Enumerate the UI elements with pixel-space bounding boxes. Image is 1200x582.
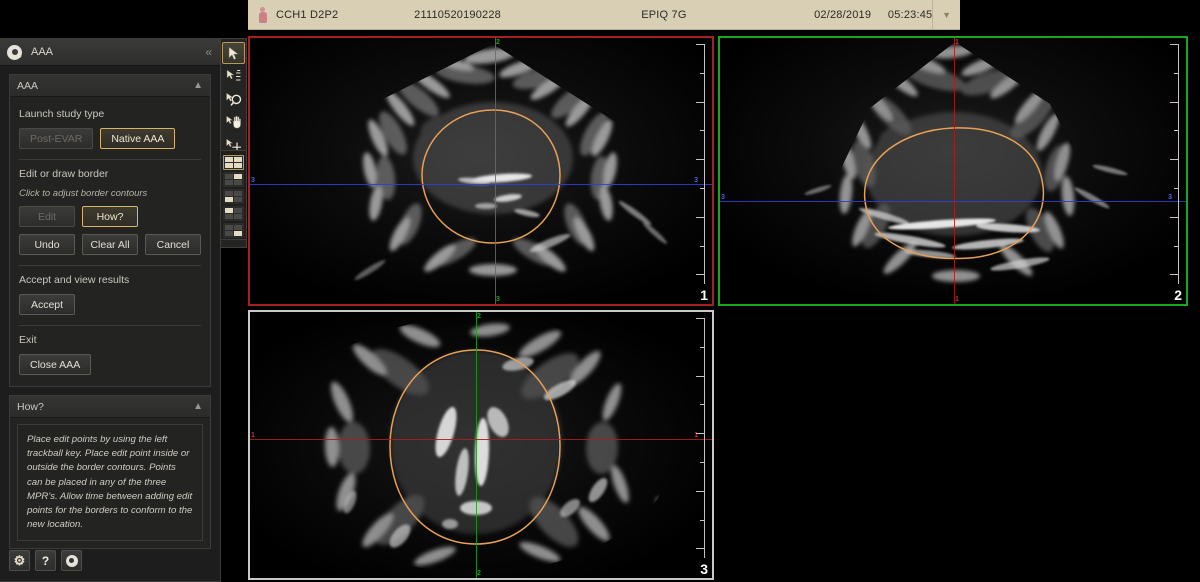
system-name: EPIQ 7G (641, 9, 784, 21)
chevron-up-icon[interactable]: ▲ (193, 81, 203, 91)
undo-button[interactable]: Undo (19, 234, 75, 255)
study-time: 05:23:45 (871, 9, 932, 21)
layout-bottom-right[interactable] (223, 223, 244, 238)
launch-study-type-label: Launch study type (19, 108, 201, 120)
clear-all-button[interactable]: Clear All (82, 234, 138, 255)
cancel-button[interactable]: Cancel (145, 234, 201, 255)
accept-button-group: Accept (19, 294, 201, 315)
sidebar-titlebar: AAA « (0, 39, 220, 66)
layout-selector-bar (220, 150, 247, 240)
crosshair-label-bottom: 2 (477, 570, 481, 577)
how-button[interactable]: How? (82, 206, 138, 227)
divider (19, 265, 201, 266)
how-help-textbox: Place edit points by using the left trac… (17, 424, 203, 541)
sidebar-title-label: AAA (31, 46, 53, 58)
how-panel-title: How? (17, 401, 44, 413)
edit-border-hint: Click to adjust border contours (19, 188, 201, 199)
viewport-2-mpr[interactable]: 1 1 3 3 2 (718, 36, 1188, 306)
how-help-panel: How? ▲ Place edit points by using the le… (9, 395, 211, 549)
aaa-tool-sidebar: AAA « AAA ▲ Launch study type Post-EVAR … (0, 38, 221, 582)
accept-results-label: Accept and view results (19, 274, 201, 286)
patient-header-bar: CCH1 D2P2 21110520190228 EPIQ 7G 02/28/2… (248, 0, 960, 30)
qlab-aaa-application: CCH1 D2P2 21110520190228 EPIQ 7G 02/28/2… (0, 0, 1200, 582)
crosshair-label-top: 1 (955, 39, 959, 46)
layout-bottom-left[interactable] (223, 189, 244, 204)
help-question-icon[interactable]: ? (35, 550, 56, 571)
exit-button-group: Close AAA (19, 354, 201, 375)
qlab-icon[interactable] (61, 550, 82, 571)
viewport-4-volume-render[interactable] (718, 310, 1188, 580)
layout-top-right[interactable] (223, 172, 244, 187)
layout-quad[interactable] (223, 155, 244, 170)
viewport-3-image: 2 2 1 1 3 (250, 312, 712, 578)
study-date: 02/28/2019 (784, 9, 871, 21)
how-panel-body: Place edit points by using the left trac… (10, 418, 210, 548)
pan-hand-tool[interactable] (222, 111, 245, 133)
how-panel-header[interactable]: How? ▲ (10, 396, 210, 418)
viewport-1-image: 2 3 3 3 1 (250, 38, 712, 304)
crosshair-horizontal-red[interactable] (250, 439, 712, 440)
viewport-number: 1 (700, 287, 708, 303)
divider (19, 325, 201, 326)
chevron-down-icon[interactable]: ▼ (932, 0, 960, 30)
exit-label: Exit (19, 334, 201, 346)
crosshair-label-bottom: 1 (955, 296, 959, 303)
study-id: 21110520190228 (414, 9, 641, 21)
layout-top-left[interactable] (223, 206, 244, 221)
viewport-4-image (718, 310, 1188, 580)
crosshair-vertical-green[interactable] (476, 312, 477, 578)
crosshair-vertical-red[interactable] (954, 38, 955, 304)
study-type-button-group: Post-EVAR Native AAA (19, 128, 201, 149)
aaa-panel-header[interactable]: AAA ▲ (10, 75, 210, 97)
crosshair-label-left: 3 (721, 194, 725, 201)
crosshair-horizontal-blue[interactable] (720, 201, 1186, 202)
settings-gears-icon[interactable]: ⚙ (9, 550, 30, 571)
depth-ruler (1170, 44, 1179, 284)
accept-button[interactable]: Accept (19, 294, 75, 315)
viewport-number: 3 (700, 561, 708, 577)
aaa-panel-body: Launch study type Post-EVAR Native AAA E… (10, 97, 210, 386)
crosshair-horizontal-blue[interactable] (250, 184, 712, 185)
pointer-arrow-tool[interactable] (222, 42, 245, 64)
native-aaa-button[interactable]: Native AAA (100, 128, 175, 149)
chevron-up-icon[interactable]: ▲ (193, 402, 203, 412)
crosshair-label-top: 2 (496, 39, 500, 46)
viewport-2-image: 1 1 3 3 2 (720, 38, 1186, 304)
depth-ruler (696, 44, 705, 284)
point-select-tool[interactable] (222, 65, 245, 87)
patient-icon (258, 7, 267, 23)
crosshair-label-bottom: 3 (496, 296, 500, 303)
zoom-magnifier-tool[interactable] (222, 88, 245, 110)
aaa-panel-title: AAA (17, 80, 38, 92)
sidebar-footer: ⚙ ? (0, 550, 220, 581)
action-button-group: Undo Clear All Cancel (19, 234, 201, 255)
edit-button-group: Edit How? (19, 206, 201, 227)
crosshair-label-left: 1 (251, 432, 255, 439)
how-help-text: Place edit points by using the left trac… (27, 433, 193, 532)
depth-ruler (696, 318, 705, 558)
edit-or-draw-border-label: Edit or draw border (19, 168, 201, 180)
close-aaa-button[interactable]: Close AAA (19, 354, 91, 375)
aaa-panel: AAA ▲ Launch study type Post-EVAR Native… (9, 74, 211, 387)
viewport-number: 2 (1174, 287, 1182, 303)
crosshair-vertical-green[interactable] (495, 38, 496, 304)
viewport-1-mpr[interactable]: 2 3 3 3 1 (248, 36, 714, 306)
viewport-3-mpr[interactable]: 2 2 1 1 3 (248, 310, 714, 580)
crosshair-label-left: 3 (251, 177, 255, 184)
divider (19, 159, 201, 160)
post-evar-button[interactable]: Post-EVAR (19, 128, 93, 149)
collapse-chevron-icon[interactable]: « (205, 45, 213, 59)
patient-name: CCH1 D2P2 (276, 9, 414, 21)
edit-button[interactable]: Edit (19, 206, 75, 227)
crosshair-label-top: 2 (477, 313, 481, 320)
qlab-logo-icon (7, 45, 22, 60)
